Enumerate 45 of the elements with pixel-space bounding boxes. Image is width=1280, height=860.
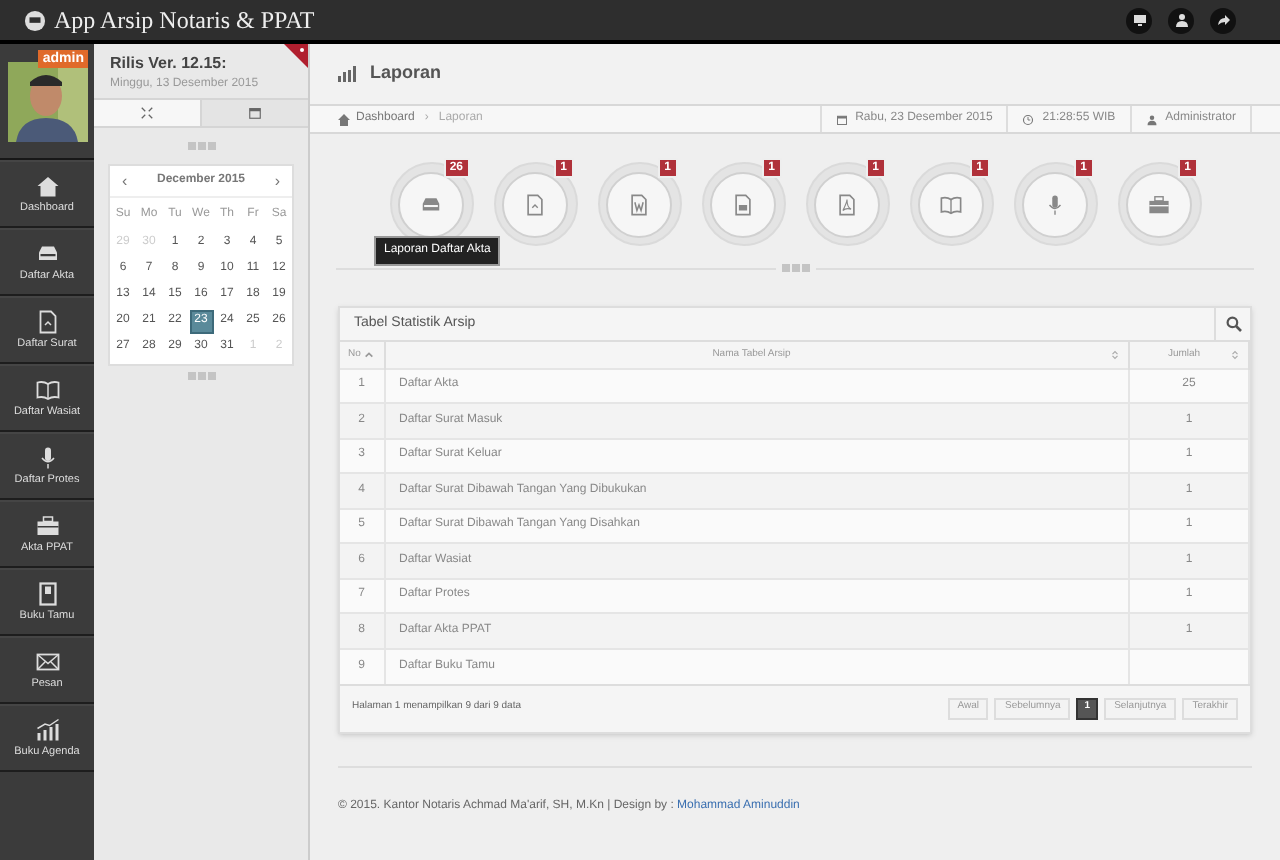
- sort-icon: [1110, 349, 1120, 360]
- user-button[interactable]: [1168, 7, 1194, 33]
- book-icon: [940, 193, 962, 215]
- release-title: Rilis Ver. 12.15:: [110, 52, 229, 76]
- user-icon: [1145, 113, 1158, 125]
- corner-ribbon-icon: [284, 44, 308, 68]
- share-icon: [1215, 12, 1231, 28]
- tray-icon: [35, 241, 59, 266]
- spreadsheet-document-icon: [732, 193, 754, 215]
- panel-tab[interactable]: [200, 100, 308, 126]
- previous-month-button[interactable]: ‹: [122, 169, 128, 193]
- book-icon: [35, 377, 59, 402]
- home-icon: [35, 173, 59, 198]
- briefcase-icon: [1148, 193, 1170, 215]
- envelope-icon: [35, 649, 59, 674]
- page-title: Laporan: [370, 60, 442, 87]
- search-icon: [1225, 316, 1241, 332]
- home-icon: [338, 113, 350, 125]
- drag-handle-icon: [781, 264, 809, 272]
- document-icon: [35, 309, 59, 334]
- user-icon: [1173, 12, 1189, 28]
- sort-ascending-icon: [364, 349, 375, 360]
- drag-handle-icon: [187, 142, 215, 150]
- tray-icon: [420, 193, 442, 215]
- microphone-icon: [1044, 193, 1066, 215]
- expand-icon: [140, 106, 154, 120]
- briefcase-icon: [35, 513, 59, 538]
- sort-icon: [1230, 349, 1240, 360]
- clock-icon: [1022, 113, 1035, 125]
- monitor-icon: [1131, 12, 1147, 28]
- notebook-icon: [35, 581, 59, 606]
- calendar-icon: [248, 106, 262, 120]
- pdf-document-icon: [836, 193, 858, 215]
- logo-icon: [24, 9, 46, 31]
- word-document-icon: [628, 193, 650, 215]
- share-button[interactable]: [1210, 7, 1236, 33]
- document-icon: [524, 193, 546, 215]
- line-chart-icon: [35, 717, 59, 742]
- drag-handle-icon: [187, 372, 215, 380]
- microphone-icon: [35, 445, 59, 470]
- monitor-button[interactable]: [1126, 7, 1152, 33]
- calendar-icon: [835, 113, 848, 125]
- bar-chart-icon: [338, 66, 356, 82]
- app-title: App Arsip Notaris & PPAT: [54, 4, 315, 38]
- next-month-button[interactable]: ›: [274, 169, 280, 193]
